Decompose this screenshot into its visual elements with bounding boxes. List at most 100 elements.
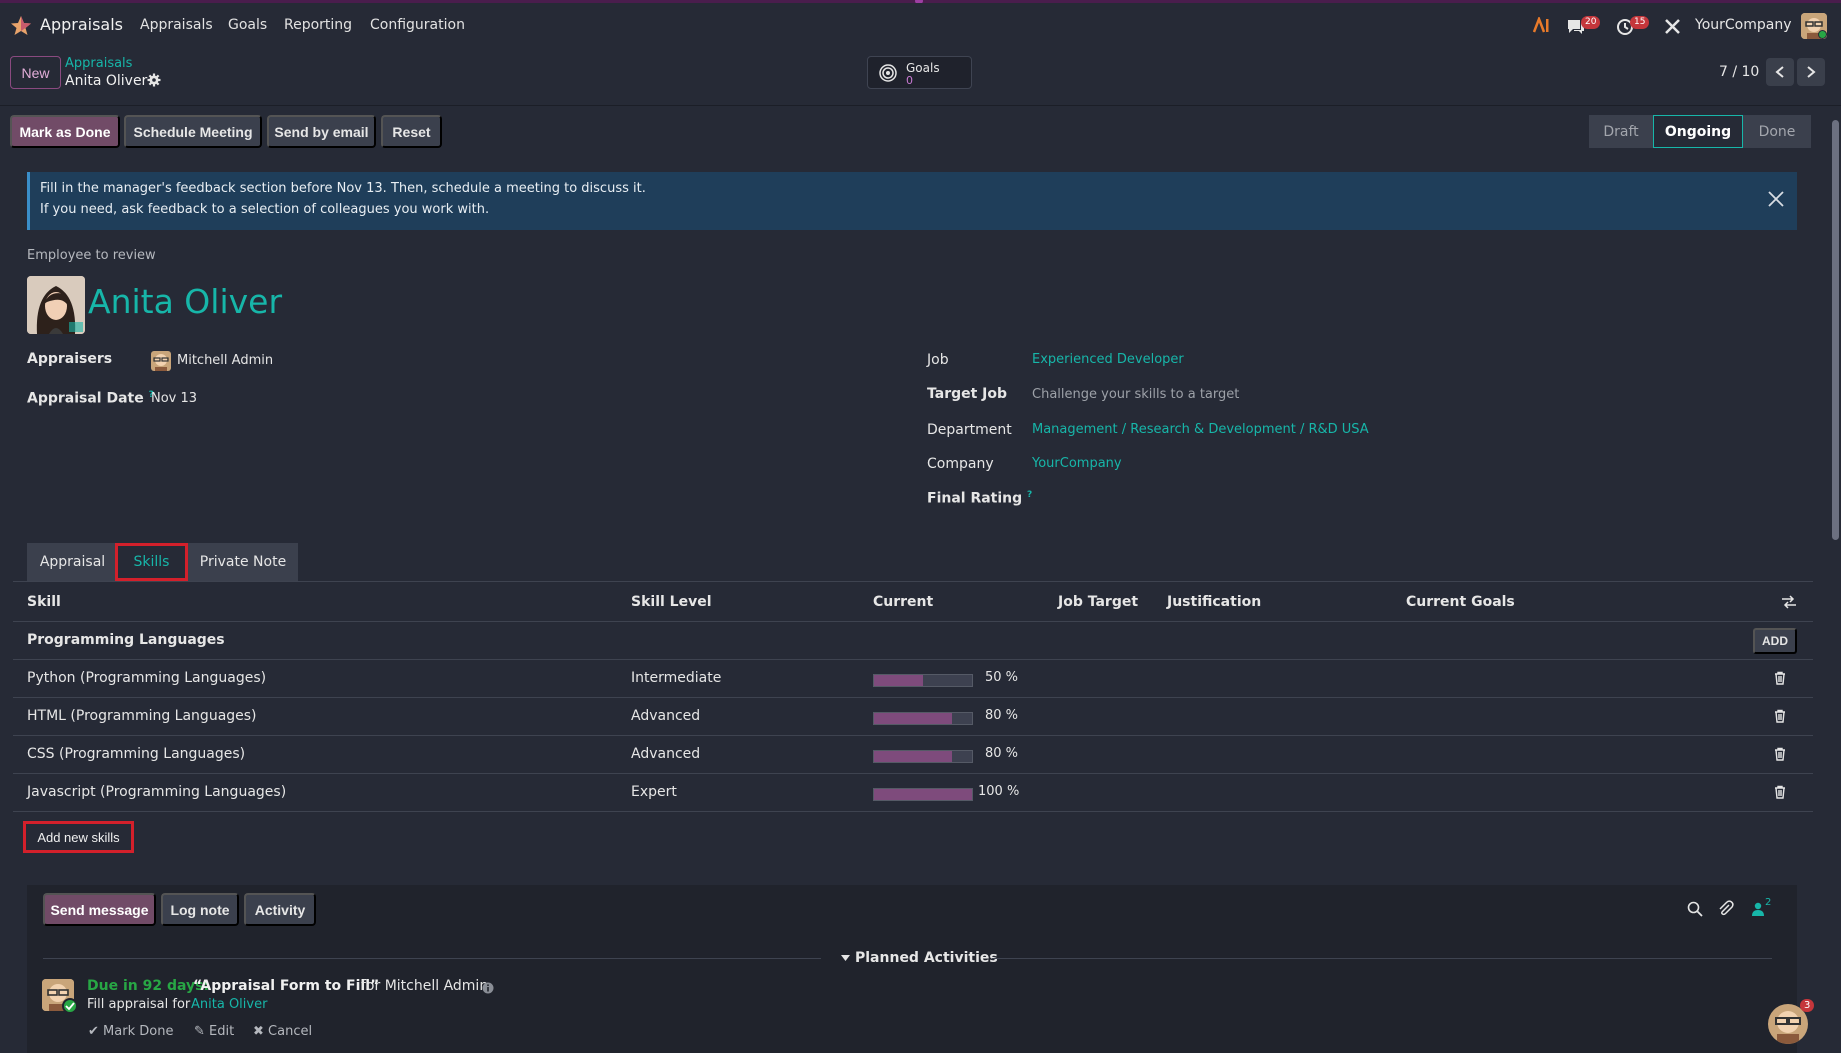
paperclip-icon[interactable] xyxy=(1717,900,1734,917)
info-icon[interactable] xyxy=(482,982,494,994)
breadcrumb-current: Anita Oliver xyxy=(65,73,148,89)
gear-icon[interactable] xyxy=(147,73,161,87)
vertical-scrollbar[interactable] xyxy=(1829,106,1841,1053)
goals-label: Goals xyxy=(906,61,940,75)
appraiser-avatar[interactable] xyxy=(151,351,171,371)
activity-record-link[interactable]: Anita Oliver xyxy=(191,997,267,1012)
schedule-meeting-button[interactable]: Schedule Meeting xyxy=(124,115,262,148)
pager-previous-button[interactable] xyxy=(1766,58,1794,86)
table-row[interactable]: HTML (Programming Languages) Advanced 80… xyxy=(13,698,1813,736)
appraisers-label: Appraisers xyxy=(27,351,113,367)
employee-avatar[interactable] xyxy=(27,276,85,334)
pager-next-button[interactable] xyxy=(1797,58,1825,86)
log-note-button[interactable]: Log note xyxy=(161,893,239,926)
progress-bar xyxy=(873,712,973,725)
table-row[interactable]: Javascript (Programming Languages) Exper… xyxy=(13,774,1813,812)
app-title[interactable]: Appraisals xyxy=(40,15,123,34)
trash-icon[interactable] xyxy=(1773,709,1787,723)
group-row: Programming Languages ADD xyxy=(13,622,1813,660)
progress-fill xyxy=(874,713,953,724)
col-skill-level[interactable]: Skill Level xyxy=(631,594,712,610)
check-icon: ✔ xyxy=(88,1024,99,1039)
trash-icon[interactable] xyxy=(1773,785,1787,799)
skill-name: HTML (Programming Languages) xyxy=(27,708,257,724)
ai-icon[interactable] xyxy=(1533,17,1551,33)
alert-line-1: Fill in the manager's feedback section b… xyxy=(40,181,646,196)
col-skill[interactable]: Skill xyxy=(27,594,61,610)
employee-photo-icon xyxy=(27,276,85,334)
tab-appraisal[interactable]: Appraisal xyxy=(27,543,118,581)
mark-as-done-button[interactable]: Mark as Done xyxy=(10,115,120,148)
appraisals-app-icon[interactable] xyxy=(9,14,33,38)
col-current-goals[interactable]: Current Goals xyxy=(1406,594,1515,610)
add-skill-button[interactable]: ADD xyxy=(1753,628,1797,654)
appraisal-date-value[interactable]: Nov 13 xyxy=(151,391,197,406)
caret-down-icon[interactable] xyxy=(841,955,850,962)
target-icon xyxy=(879,64,897,82)
breadcrumb-parent[interactable]: Appraisals xyxy=(65,56,132,71)
times-icon: ✖ xyxy=(253,1024,264,1039)
debug-tools-icon[interactable] xyxy=(1664,18,1681,35)
scrollbar-thumb[interactable] xyxy=(1832,120,1839,540)
stage-ongoing[interactable]: Ongoing xyxy=(1653,115,1743,148)
control-panel: New Appraisals Anita Oliver Goals 0 7 / … xyxy=(0,48,1841,106)
menu-configuration[interactable]: Configuration xyxy=(370,17,465,33)
skill-level: Intermediate xyxy=(631,670,722,686)
company-value[interactable]: YourCompany xyxy=(1032,456,1122,471)
appraiser-avatar-icon xyxy=(153,354,169,371)
tab-private-note[interactable]: Private Note xyxy=(188,543,298,581)
search-icon[interactable] xyxy=(1687,901,1703,917)
target-job-label: Target Job xyxy=(927,386,1008,402)
mark-done-link[interactable]: ✔ Mark Done xyxy=(88,1024,173,1039)
optional-columns-icon[interactable] xyxy=(1781,595,1797,609)
activity-for: for Mitchell Admin xyxy=(361,978,489,994)
online-status-dot xyxy=(1818,30,1827,39)
edit-link[interactable]: ✎ Edit xyxy=(194,1024,234,1039)
progress-bar xyxy=(873,674,973,687)
activity-title: “Appraisal Form to Fill” xyxy=(193,978,380,994)
followers-icon[interactable] xyxy=(1751,902,1765,916)
col-current[interactable]: Current xyxy=(873,594,933,610)
tab-skills[interactable]: Skills xyxy=(115,543,188,581)
table-row[interactable]: CSS (Programming Languages) Advanced 80 … xyxy=(13,736,1813,774)
job-label: Job xyxy=(927,352,949,368)
activities-badge: 15 xyxy=(1630,16,1650,29)
stage-draft[interactable]: Draft xyxy=(1589,115,1653,148)
appraisers-value[interactable]: Mitchell Admin xyxy=(177,353,273,368)
reset-button[interactable]: Reset xyxy=(381,115,442,148)
target-job-field[interactable]: Challenge your skills to a target xyxy=(1032,387,1239,402)
new-button[interactable]: New xyxy=(10,56,61,89)
messages-badge: 20 xyxy=(1581,16,1601,29)
col-job-target[interactable]: Job Target xyxy=(1058,594,1138,610)
skill-level: Advanced xyxy=(631,746,701,762)
appraisal-date-label: Appraisal Date ? xyxy=(27,390,154,407)
table-row[interactable]: Python (Programming Languages) Intermedi… xyxy=(13,660,1813,698)
cancel-link[interactable]: ✖ Cancel xyxy=(253,1024,312,1039)
send-message-button[interactable]: Send message xyxy=(43,893,156,926)
planned-activities-title[interactable]: Planned Activities xyxy=(855,950,998,966)
trash-icon[interactable] xyxy=(1773,671,1787,685)
help-tooltip-icon[interactable]: ? xyxy=(1027,490,1032,500)
add-new-skills-button[interactable]: Add new skills xyxy=(23,821,134,853)
menu-reporting[interactable]: Reporting xyxy=(284,17,352,33)
close-icon[interactable] xyxy=(1767,190,1785,208)
skill-level: Expert xyxy=(631,784,677,800)
col-justification[interactable]: Justification xyxy=(1167,594,1261,610)
trash-icon[interactable] xyxy=(1773,747,1787,761)
stage-done[interactable]: Done xyxy=(1743,115,1811,148)
pager-value[interactable]: 7 / 10 xyxy=(1719,64,1759,80)
stage-pipeline: Draft Ongoing Done xyxy=(1589,115,1811,148)
employee-name[interactable]: Anita Oliver xyxy=(88,282,282,321)
menu-goals[interactable]: Goals xyxy=(228,17,267,33)
form-statusbar: Mark as Done Schedule Meeting Send by em… xyxy=(0,106,1841,154)
company-switcher[interactable]: YourCompany xyxy=(1695,17,1792,33)
send-by-email-button[interactable]: Send by email xyxy=(267,115,376,148)
goals-smart-button[interactable]: Goals 0 xyxy=(867,56,972,89)
progress-label: 80 % xyxy=(985,708,1019,723)
user-avatar[interactable] xyxy=(1801,13,1827,39)
job-value[interactable]: Experienced Developer xyxy=(1032,352,1184,367)
department-value[interactable]: Management / Research & Development / R&… xyxy=(1032,422,1369,437)
goals-count: 0 xyxy=(906,74,913,87)
menu-appraisals[interactable]: Appraisals xyxy=(140,17,213,33)
activity-button[interactable]: Activity xyxy=(244,893,316,926)
